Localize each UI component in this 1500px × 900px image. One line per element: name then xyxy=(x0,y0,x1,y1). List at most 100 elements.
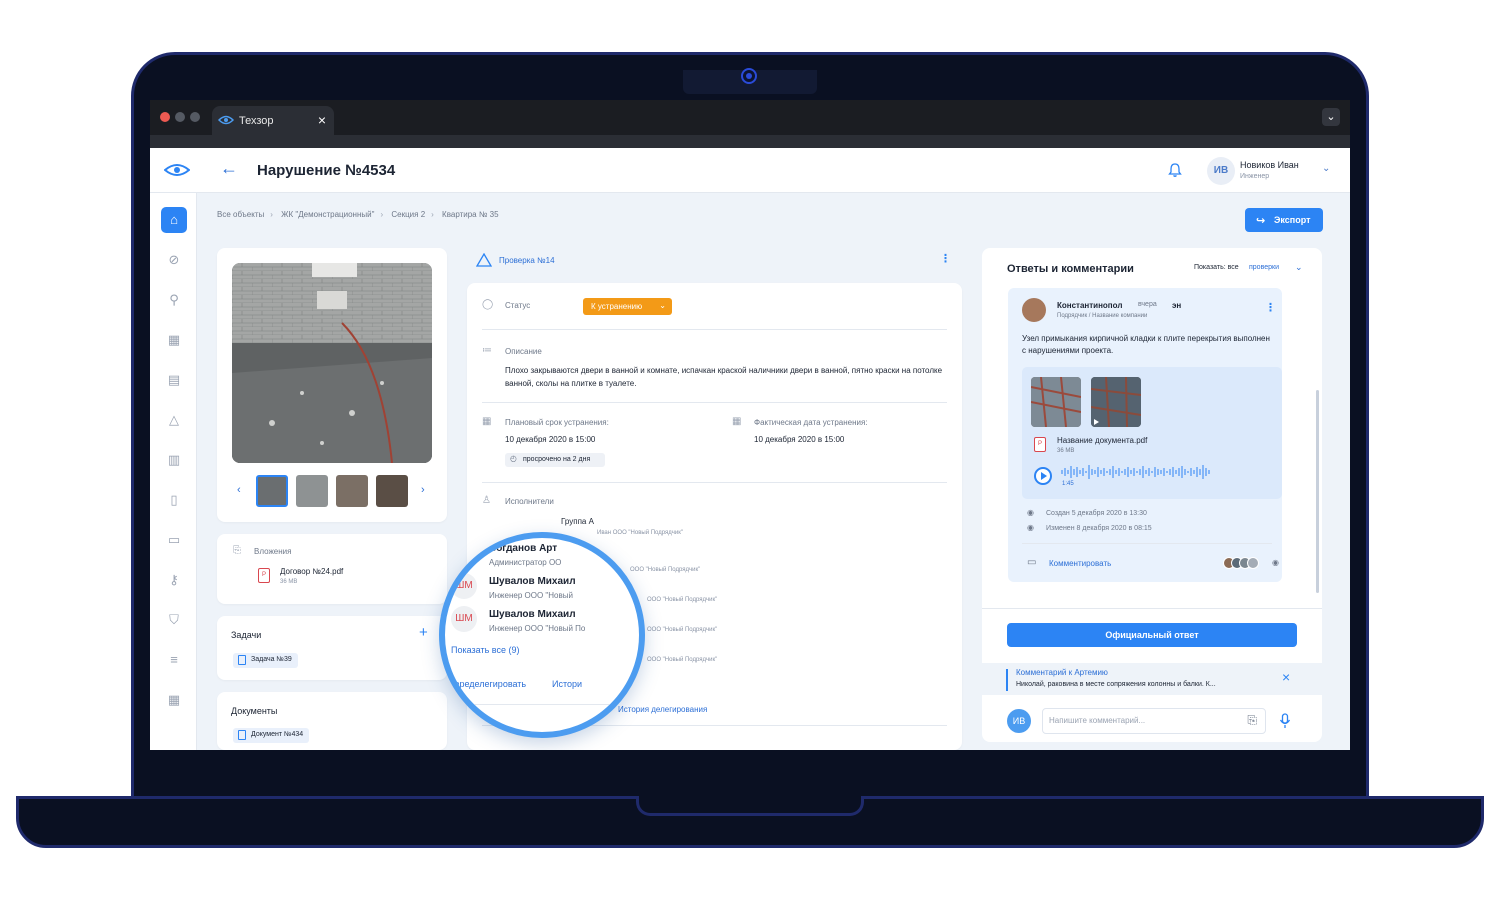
photo-thumbnail[interactable] xyxy=(336,475,368,507)
official-reply-button[interactable]: Официальный ответ xyxy=(1007,623,1297,647)
photo-thumbnail[interactable] xyxy=(296,475,328,507)
created-date: Создан 5 декабря 2020 в 13:30 xyxy=(1046,510,1147,517)
audio-waveform[interactable] xyxy=(1060,464,1220,480)
paperclip-icon[interactable]: ⎘ xyxy=(1247,713,1257,728)
pdf-file-icon: P xyxy=(1034,437,1046,452)
breadcrumb-item[interactable]: Квартира № 35 xyxy=(442,210,499,219)
planned-value: 10 декабря 2020 в 15:00 xyxy=(505,435,596,444)
executor-role: Инженер ООО "Новый По xyxy=(489,624,586,633)
comment-video[interactable] xyxy=(1091,377,1141,427)
list-icon[interactable]: ▤ xyxy=(164,370,184,390)
calendar-icon[interactable]: ▦ xyxy=(164,330,184,350)
comment-photo[interactable] xyxy=(1031,377,1081,427)
scaffold-video-image xyxy=(1091,377,1141,427)
overdue-text: просрочено на 2 дня xyxy=(523,456,591,463)
calendar-check-icon: ▦ xyxy=(732,416,742,427)
eye-icon: ◉ xyxy=(1272,558,1279,567)
close-window-dot[interactable] xyxy=(160,112,170,122)
bell-icon[interactable] xyxy=(1167,162,1183,178)
shield-icon[interactable]: ⛉ xyxy=(164,610,184,630)
history-link[interactable]: Истори xyxy=(552,679,582,689)
tab-close-icon[interactable]: × xyxy=(318,112,326,128)
add-task-icon[interactable]: + xyxy=(419,624,428,641)
photo-thumbnail[interactable] xyxy=(376,475,408,507)
executor-name: Богданов Арт xyxy=(489,543,558,554)
user-role: Инженер xyxy=(1240,173,1270,180)
filter-label: Показать: все xyxy=(1194,264,1239,271)
chevron-down-icon[interactable]: ⌄ xyxy=(1295,262,1303,273)
more-vertical-icon[interactable]: ⋮ xyxy=(940,252,951,265)
inspection-link[interactable]: Проверка №14 xyxy=(499,256,555,265)
calculator-icon[interactable]: ▦ xyxy=(164,690,184,710)
chevron-down-icon[interactable]: ⌄ xyxy=(1322,163,1330,174)
chevron-right-icon[interactable]: › xyxy=(421,484,425,496)
tab-title: Техзор xyxy=(239,115,274,127)
gantt-icon[interactable]: ≡ xyxy=(164,650,184,670)
executor-company: ООО "Новый Подрядчик" xyxy=(647,627,718,633)
executor-company: ООО "Новый Подрядчик" xyxy=(647,597,718,603)
comments-title: Ответы и комментарии xyxy=(1007,263,1134,275)
comment-author: Константинопол xyxy=(1057,301,1123,310)
redelegate-button[interactable]: Переделегировать xyxy=(448,679,526,689)
breadcrumb-item[interactable]: ЖК "Демонстрационный" xyxy=(281,210,374,219)
description-text: Плохо закрываются двери в ванной и комна… xyxy=(505,366,943,388)
breadcrumb-item[interactable]: Секция 2 xyxy=(391,210,425,219)
key-icon[interactable]: ⚷ xyxy=(164,570,184,590)
status-dropdown[interactable]: К устранению ⌄ xyxy=(583,298,672,315)
clipboard-icon[interactable]: ▯ xyxy=(164,490,184,510)
comment-input[interactable]: Напишите комментарий... ⎘ xyxy=(1042,708,1266,734)
delegation-history-link[interactable]: История делегирования xyxy=(618,705,707,714)
photo-thumbnail[interactable] xyxy=(256,475,288,507)
avatar: ИВ xyxy=(1007,709,1031,733)
minimize-window-dot[interactable] xyxy=(175,112,185,122)
avatar[interactable]: ИВ xyxy=(1207,157,1235,185)
chevron-down-icon: ⌄ xyxy=(659,301,666,310)
divider xyxy=(482,482,947,483)
divider xyxy=(482,329,947,330)
breadcrumb: Все объекты › ЖК "Демонстрационный" › Секц… xyxy=(217,210,505,219)
eye-logo-icon[interactable] xyxy=(164,163,190,177)
export-button[interactable]: ↪ Экспорт xyxy=(1245,208,1323,232)
reply-context-bar: Комментарий к Артемию Николай, раковина … xyxy=(982,663,1322,695)
divider xyxy=(982,608,1322,609)
more-vertical-icon[interactable]: ⋮ xyxy=(1265,301,1276,314)
building-icon[interactable]: ▭ xyxy=(164,530,184,550)
chevron-left-icon[interactable]: ‹ xyxy=(237,484,241,496)
actual-value: 10 декабря 2020 в 15:00 xyxy=(754,435,845,444)
ban-icon[interactable]: ⊘ xyxy=(164,250,184,270)
executor-name: Шувалов Михаил xyxy=(489,576,576,587)
comment-action-button[interactable]: Комментировать xyxy=(1049,559,1111,568)
play-icon[interactable] xyxy=(1034,467,1052,485)
maximize-window-dot[interactable] xyxy=(190,112,200,122)
chevron-right-icon: › xyxy=(380,210,384,219)
arrow-left-icon[interactable]: ← xyxy=(220,158,238,179)
breadcrumb-item[interactable]: Все объекты xyxy=(217,210,264,219)
chevron-down-icon[interactable]: ⌄ xyxy=(1322,108,1340,126)
doc-check-icon[interactable]: ▥ xyxy=(164,450,184,470)
task-chip[interactable]: Задача №39 xyxy=(233,653,298,668)
camera-icon xyxy=(741,68,757,84)
violation-photo[interactable] xyxy=(232,263,432,463)
show-all-executors-link[interactable]: Показать все (9) xyxy=(451,645,519,655)
microphone-icon[interactable] xyxy=(1279,713,1291,729)
browser-tab[interactable]: Техзор × xyxy=(212,106,334,136)
close-icon[interactable]: × xyxy=(1282,669,1290,685)
warning-icon[interactable]: △ xyxy=(164,410,184,430)
attachment-file-size: 36 MB xyxy=(280,579,298,585)
scrollbar[interactable] xyxy=(1316,390,1319,593)
home-icon[interactable]: ⌂ xyxy=(161,207,187,233)
warning-icon xyxy=(476,253,492,267)
planned-label: Плановый срок устранения: xyxy=(505,418,609,427)
divider xyxy=(1022,543,1272,544)
filter-dropdown[interactable]: проверки xyxy=(1249,264,1279,271)
comment-doc-name[interactable]: Название документа.pdf xyxy=(1057,436,1147,445)
status-value: К устранению xyxy=(591,302,643,311)
overdue-badge: ◴ просрочено на 2 дня xyxy=(505,453,605,467)
search-icon[interactable]: ⚲ xyxy=(164,290,184,310)
page-title: Нарушение №4534 xyxy=(257,162,396,179)
document-chip-label: Документ №434 xyxy=(251,731,304,738)
browser-chrome: Техзор × ⌄ xyxy=(150,100,1350,148)
executor-group-name: Группа А xyxy=(561,517,594,526)
document-chip[interactable]: Документ №434 xyxy=(233,728,310,743)
attachment-file-name[interactable]: Договор №24.pdf xyxy=(280,567,343,576)
